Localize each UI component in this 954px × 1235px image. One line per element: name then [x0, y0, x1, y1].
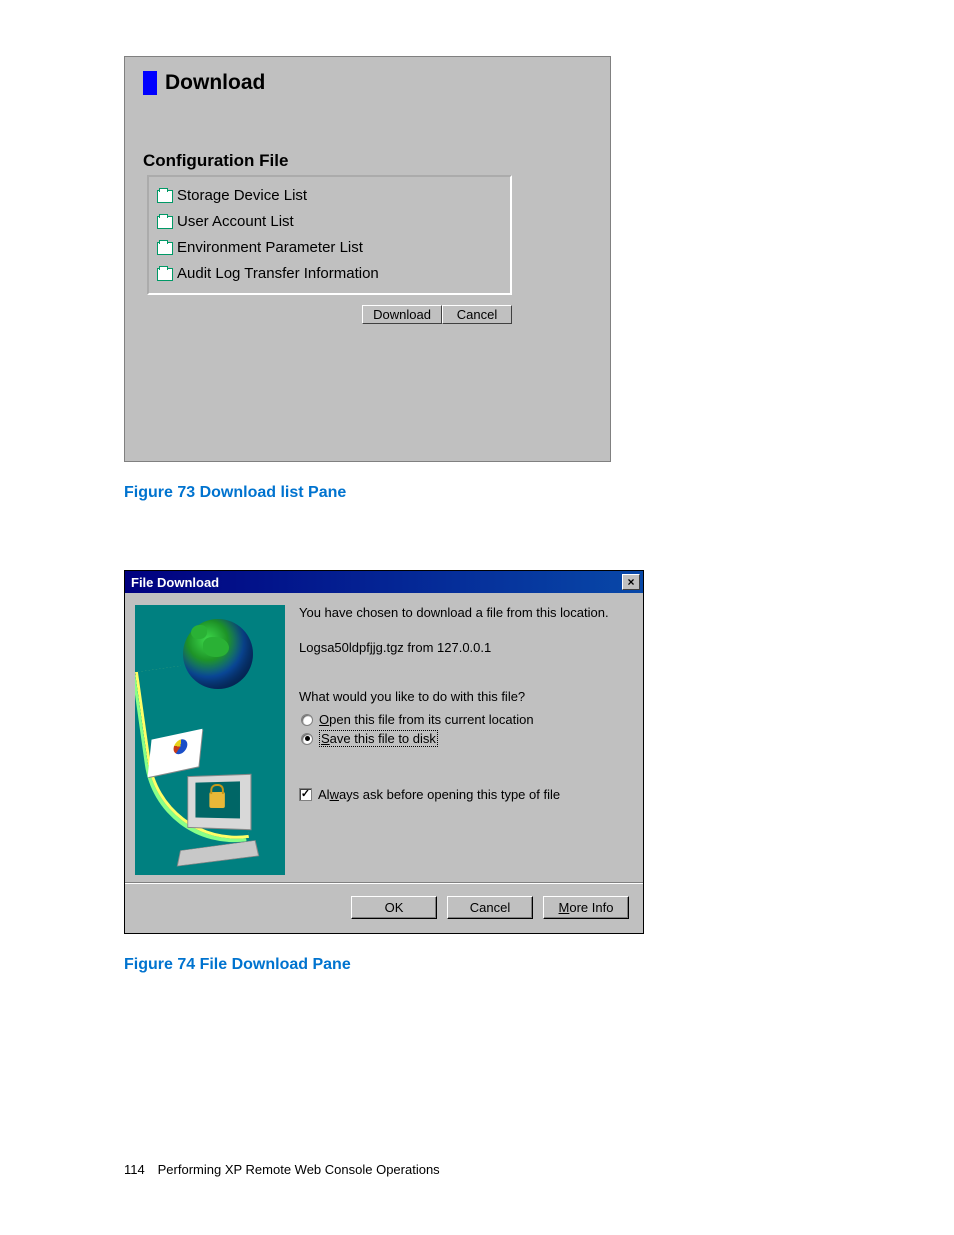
radio-icon [301, 733, 313, 745]
download-button[interactable]: Download [362, 305, 442, 324]
radio-label: Save this file to disk [319, 730, 438, 747]
button-row: Download Cancel [137, 305, 512, 324]
download-illustration-icon [135, 605, 285, 875]
file-icon [157, 216, 171, 228]
list-item-label: Environment Parameter List [177, 235, 363, 261]
always-ask-checkbox[interactable]: ✓ Always ask before opening this type of… [299, 787, 629, 802]
file-icon [157, 268, 171, 280]
close-icon: × [627, 575, 634, 589]
config-file-list: Storage Device List User Account List En… [147, 175, 512, 295]
dialog-button-row: OK Cancel More Info [125, 883, 643, 933]
radio-label: Open this file from its current location [319, 712, 534, 727]
list-item[interactable]: Environment Parameter List [157, 235, 502, 261]
file-download-dialog: File Download × You have chosen to downl… [124, 570, 644, 934]
cancel-button[interactable]: Cancel [442, 305, 512, 324]
header-accent-icon [143, 71, 157, 95]
page-number: 114 [124, 1162, 154, 1177]
dialog-file-info: Logsa50ldpfjjg.tgz from 127.0.0.1 [299, 640, 629, 655]
page-footer: 114 Performing XP Remote Web Console Ope… [124, 1162, 440, 1177]
dialog-title: File Download [131, 575, 219, 590]
cancel-button[interactable]: Cancel [447, 896, 533, 919]
list-item[interactable]: Audit Log Transfer Information [157, 261, 502, 287]
checkbox-icon: ✓ [299, 788, 312, 801]
radio-open-option[interactable]: Open this file from its current location [301, 712, 629, 727]
list-item-label: User Account List [177, 209, 294, 235]
list-item-label: Audit Log Transfer Information [177, 261, 379, 287]
pane-header: Download [143, 71, 598, 95]
pane-title: Download [165, 71, 265, 95]
ok-button[interactable]: OK [351, 896, 437, 919]
radio-save-option[interactable]: Save this file to disk [301, 730, 629, 747]
footer-text: Performing XP Remote Web Console Operati… [158, 1162, 440, 1177]
figure-caption-74: Figure 74 File Download Pane [124, 956, 954, 974]
dialog-question: What would you like to do with this file… [299, 689, 629, 704]
dialog-message-1: You have chosen to download a file from … [299, 605, 629, 620]
section-label: Configuration File [143, 151, 598, 171]
list-item-label: Storage Device List [177, 183, 307, 209]
close-button[interactable]: × [622, 574, 640, 590]
list-item[interactable]: Storage Device List [157, 183, 502, 209]
more-info-button[interactable]: More Info [543, 896, 629, 919]
list-item[interactable]: User Account List [157, 209, 502, 235]
dialog-body: You have chosen to download a file from … [125, 593, 643, 883]
checkbox-label: Always ask before opening this type of f… [318, 787, 560, 802]
download-list-pane: Download Configuration File Storage Devi… [124, 56, 611, 462]
file-icon [157, 242, 171, 254]
radio-icon [301, 714, 313, 726]
dialog-titlebar: File Download × [125, 571, 643, 593]
figure-caption-73: Figure 73 Download list Pane [124, 484, 954, 502]
dialog-text-area: You have chosen to download a file from … [299, 605, 629, 875]
file-icon [157, 190, 171, 202]
